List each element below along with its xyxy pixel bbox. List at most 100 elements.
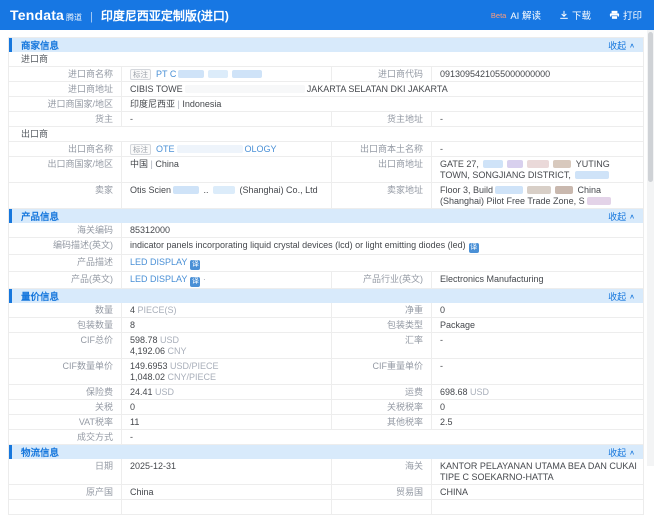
collapse-button[interactable]: 收起∧ <box>608 446 635 459</box>
field-value: - <box>431 142 643 156</box>
annotate-badge: 标注 <box>130 69 151 80</box>
translate-icon[interactable]: 译 <box>469 243 479 253</box>
value-text: 8 <box>130 320 135 330</box>
field-value: 0 <box>431 303 643 317</box>
collapse-button[interactable]: 收起∧ <box>608 290 635 303</box>
field-label: 出口商地址 <box>331 157 431 182</box>
redacted-text <box>495 186 523 194</box>
value-text: USD <box>158 335 180 345</box>
field-value: Otis Scien .. (Shanghai) Co., Ltd <box>121 183 331 208</box>
table-row: 出口商名称标注OTEOLOGY出口商本土名称- <box>9 142 643 157</box>
field-label: 日期 <box>9 459 121 484</box>
table-row: 海关编码 85312000 <box>9 223 643 238</box>
collapse-label: 收起 <box>608 290 626 303</box>
redacted-text <box>213 186 235 194</box>
redacted-text <box>575 171 609 179</box>
value-text: China <box>130 487 154 497</box>
field-value: Package <box>431 318 643 332</box>
link-text[interactable]: LED DISPLAY <box>130 257 187 267</box>
redacted-text <box>208 70 228 78</box>
field-label: VAT税率 <box>9 415 121 429</box>
ai-interpret-label: AI 解读 <box>510 8 541 22</box>
redacted-text <box>507 160 523 168</box>
ai-interpret-button[interactable]: Beta AI 解读 <box>491 8 541 22</box>
field-value: Electronics Manufacturing <box>431 272 643 288</box>
field-value: 中国 | China <box>121 157 331 182</box>
section-title: 产品信息 <box>12 209 59 223</box>
table-row: 卖家Otis Scien .. (Shanghai) Co., Ltd卖家地址F… <box>9 183 643 209</box>
field-value: 0 <box>121 400 331 414</box>
field-label: 包装类型 <box>331 318 431 332</box>
value-text: - <box>440 335 443 345</box>
redacted-text <box>483 160 503 168</box>
translate-icon[interactable]: 译 <box>190 260 200 270</box>
translate-icon[interactable]: 译 <box>190 277 200 287</box>
table-row: 包装数量 8 包装类型Package <box>9 318 643 333</box>
scrollbar-thumb[interactable] <box>648 32 653 182</box>
value-text: USD <box>153 387 175 397</box>
field-label <box>9 500 121 514</box>
table-row: 出口商国家/地区中国 | China出口商地址GATE 27, YUTING T… <box>9 157 643 183</box>
field-label: 保险费 <box>9 385 121 399</box>
print-button[interactable]: 打印 <box>609 8 642 22</box>
field-label: 包装数量 <box>9 318 121 332</box>
print-icon <box>609 10 620 20</box>
redacted-text <box>587 197 611 205</box>
value-text: CNY/PIECE <box>165 372 216 382</box>
tendata-logo: Tendata <box>10 7 64 23</box>
table-row: 货主-货主地址- <box>9 112 643 127</box>
download-button[interactable]: 下载 <box>559 8 591 22</box>
chevron-up-icon: ∧ <box>629 292 635 299</box>
value-text: 149.6953 <box>130 361 168 371</box>
redacted-text <box>527 186 551 194</box>
field-value: 85312000 <box>121 223 643 237</box>
field-label: 关税 <box>9 400 121 414</box>
link-text[interactable]: PT C <box>156 69 176 79</box>
value-text: Electronics Manufacturing <box>440 274 544 284</box>
value-text: Floor 3, Build <box>440 185 493 195</box>
field-label: 产品描述 <box>9 255 121 271</box>
section-title: 商家信息 <box>12 38 59 52</box>
table-row: 成交方式- <box>9 430 643 445</box>
section-header: 商家信息 收起∧ <box>9 38 643 52</box>
value-text: JAKARTA SELATAN DKI JAKARTA <box>307 84 448 94</box>
field-value: 印度尼西亚 | Indonesia <box>121 97 643 111</box>
value-text: - <box>440 144 443 154</box>
value-text: 0 <box>440 402 445 412</box>
field-label <box>331 500 431 514</box>
value-text: 0913095421055000000000 <box>440 69 550 79</box>
link-text[interactable]: LED DISPLAY <box>130 274 187 284</box>
download-icon <box>559 10 569 20</box>
link-text[interactable]: OLOGY <box>245 144 277 154</box>
field-label: 成交方式 <box>9 430 121 444</box>
field-label: 其他税率 <box>331 415 431 429</box>
collapse-button[interactable]: 收起∧ <box>608 210 635 223</box>
field-value: 标注 OTE OLOGY <box>121 142 331 156</box>
value-text: - <box>440 361 443 371</box>
value-text: 698.68 <box>440 387 468 397</box>
collapse-button[interactable]: 收起∧ <box>608 39 635 52</box>
table-row: VAT税率11其他税率2.5 <box>9 415 643 430</box>
table-row: CIF总价598.78 USD4,192.06 CNY汇率- <box>9 333 643 359</box>
value-text: GATE 27, <box>440 159 481 169</box>
field-label: 海关编码 <box>9 223 121 237</box>
section-title: 量价信息 <box>12 289 59 303</box>
link-text[interactable]: OTE <box>156 144 175 154</box>
field-value: - <box>431 359 643 384</box>
value-text: 85312000 <box>130 225 170 235</box>
scrollbar[interactable] <box>647 30 654 466</box>
redacted-text <box>527 160 549 168</box>
value-text: PIECE(S) <box>135 305 177 315</box>
value-text: USD/PIECE <box>168 361 219 371</box>
field-value: CIBIS TOWEJAKARTA SELATAN DKI JAKARTA <box>121 82 643 96</box>
value-text: - <box>130 432 133 442</box>
field-label: CIF数量单价 <box>9 359 121 384</box>
field-value: LED DISPLAY译 · <box>121 272 331 288</box>
field-value: 2025-12-31 <box>121 459 331 484</box>
table-row: 产品描述 LED DISPLAY译 <box>9 255 643 272</box>
field-value: indicator panels incorporating liquid cr… <box>121 238 643 254</box>
chevron-up-icon: ∧ <box>629 41 635 48</box>
field-label: 出口商名称 <box>9 142 121 156</box>
field-value: 24.41 USD <box>121 385 331 399</box>
annotate-badge: 标注 <box>130 144 151 155</box>
